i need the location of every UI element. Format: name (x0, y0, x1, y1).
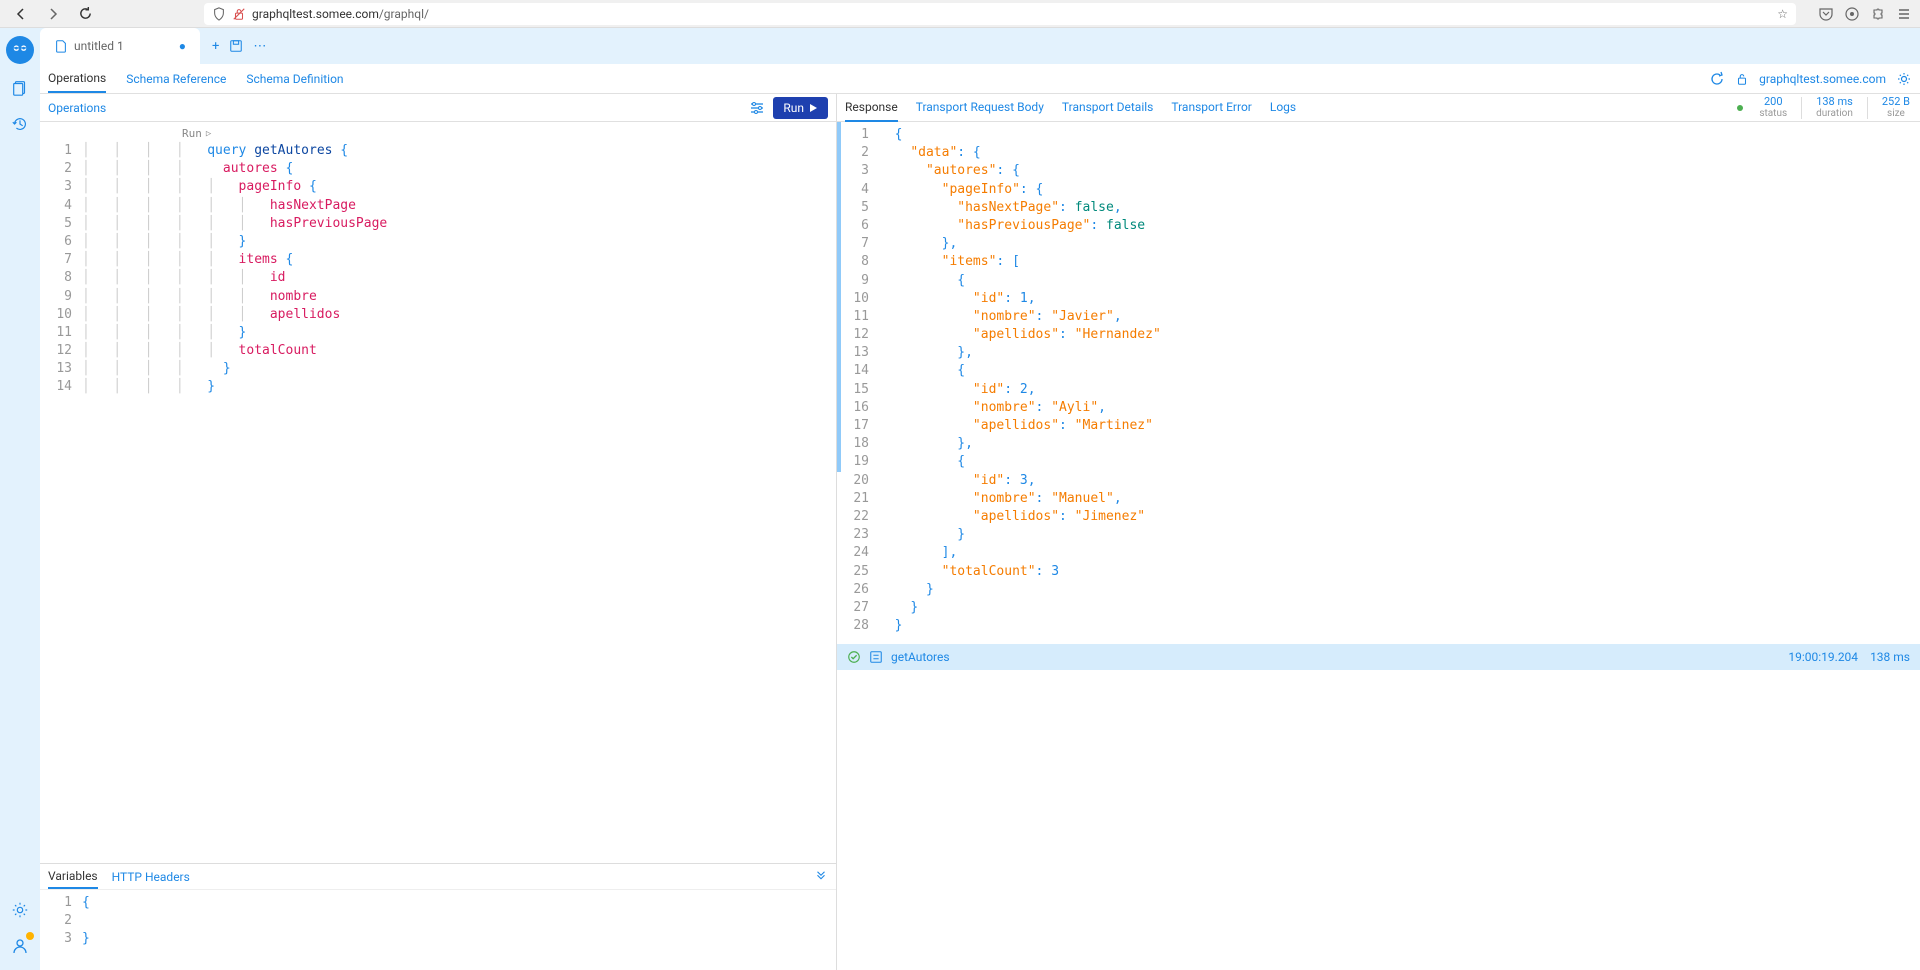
pocket-icon[interactable] (1818, 6, 1834, 22)
endpoint-lock-icon[interactable] (1735, 72, 1749, 86)
query-code: Run▷ │ │ │ │ query getAutores { │ │ │ │ … (82, 122, 836, 863)
back-button[interactable] (8, 3, 34, 25)
app-root: untitled 1 ● + ⋯ Operations Schema Refer… (0, 28, 1920, 970)
shield-icon (212, 7, 226, 21)
document-tab-1[interactable]: untitled 1 ● (40, 28, 200, 64)
response-header: Response Transport Request Body Transpor… (837, 94, 1920, 122)
tab-actions: + ⋯ (200, 28, 278, 64)
settings-gear-icon[interactable] (8, 898, 32, 922)
resp-tab-details[interactable]: Transport Details (1062, 94, 1153, 122)
app-logo[interactable] (6, 36, 34, 64)
reload-button[interactable] (72, 3, 98, 25)
tab-dirty-indicator: ● (179, 39, 186, 53)
bookmark-star-icon[interactable]: ☆ (1777, 7, 1788, 21)
operations-pane: Operations Run 123456789101 (40, 94, 837, 970)
tab-title: untitled 1 (74, 39, 124, 53)
query-gutter: 1234567891011121314 (40, 122, 82, 863)
collapse-panel-icon[interactable] (814, 870, 828, 884)
endpoint-label[interactable]: graphqltest.somee.com (1759, 72, 1886, 86)
run-code-lens[interactable]: Run▷ (82, 126, 836, 142)
menu-icon[interactable] (1896, 6, 1912, 22)
insecure-lock-icon (232, 7, 246, 21)
add-tab-button[interactable]: + (212, 39, 219, 54)
history-list-empty (837, 670, 1920, 970)
status-indicator (1737, 105, 1743, 111)
run-button[interactable]: Run (773, 97, 828, 119)
url-text: graphqltest.somee.com/graphql/ (252, 7, 429, 21)
resp-tab-error[interactable]: Transport Error (1171, 94, 1252, 122)
endpoint-settings-icon[interactable] (1896, 71, 1912, 87)
tab-http-headers[interactable]: HTTP Headers (112, 866, 190, 888)
nav-tab-schema-definition[interactable]: Schema Definition (246, 66, 343, 92)
operations-header: Operations Run (40, 94, 836, 122)
nav-tab-operations[interactable]: Operations (48, 65, 106, 93)
response-viewer[interactable]: 1234567891011121314151617181920212223242… (837, 122, 1920, 644)
save-icon[interactable] (229, 39, 243, 53)
response-pane: Response Transport Request Body Transpor… (837, 94, 1920, 970)
variables-editor[interactable]: 123 { } (40, 890, 836, 970)
query-editor[interactable]: 1234567891011121314 Run▷ │ │ │ │ query g… (40, 122, 836, 863)
user-icon[interactable] (8, 934, 32, 958)
forward-button[interactable] (40, 3, 66, 25)
browser-toolbar: graphqltest.somee.com/graphql/ ☆ (0, 0, 1920, 28)
sidebar (0, 28, 40, 970)
operations-header-label: Operations (40, 101, 106, 115)
operation-type-icon (869, 650, 883, 664)
documents-icon[interactable] (8, 76, 32, 100)
document-tabs: untitled 1 ● + ⋯ (40, 28, 1920, 64)
puzzle-icon[interactable] (1870, 6, 1886, 22)
resp-tab-response[interactable]: Response (845, 94, 898, 122)
more-icon[interactable]: ⋯ (253, 39, 266, 54)
history-duration: 138 ms (1870, 650, 1910, 664)
url-bar[interactable]: graphqltest.somee.com/graphql/ ☆ (204, 3, 1796, 25)
variables-gutter: 123 (40, 890, 82, 970)
tab-variables[interactable]: Variables (48, 865, 98, 889)
history-operation-name: getAutores (891, 650, 950, 664)
nav-tab-schema-reference[interactable]: Schema Reference (126, 66, 226, 92)
resp-tab-logs[interactable]: Logs (1270, 94, 1296, 122)
workspace: Operations Run 123456789101 (40, 94, 1920, 970)
history-bar[interactable]: getAutores 19:00:19.204 138 ms (837, 644, 1920, 670)
file-icon (54, 39, 68, 53)
success-check-icon (847, 650, 861, 664)
extension-icon[interactable] (1844, 6, 1860, 22)
refresh-schema-icon[interactable] (1709, 71, 1725, 87)
response-stats: 200status 138 msduration 252 Bsize (1737, 95, 1920, 120)
variables-panel: Variables HTTP Headers 123 { (40, 863, 836, 970)
history-icon[interactable] (8, 112, 32, 136)
response-gutter: 1234567891011121314151617181920212223242… (837, 122, 879, 644)
editor-settings-icon[interactable] (749, 100, 765, 116)
response-code: { "data": { "autores": { "pageInfo": { "… (879, 122, 1920, 644)
main-area: untitled 1 ● + ⋯ Operations Schema Refer… (40, 28, 1920, 970)
history-timestamp: 19:00:19.204 (1788, 650, 1858, 664)
notification-dot (26, 932, 34, 940)
resp-tab-request-body[interactable]: Transport Request Body (916, 94, 1044, 122)
scroll-indicator (837, 122, 841, 472)
browser-actions (1818, 6, 1912, 22)
nav-bar: Operations Schema Reference Schema Defin… (40, 64, 1920, 94)
